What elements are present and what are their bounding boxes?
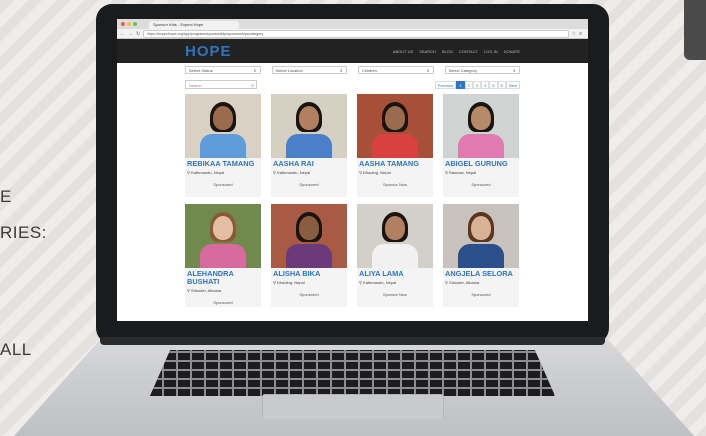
child-photo[interactable] — [271, 204, 347, 268]
sponsor-status[interactable]: Sponsored — [271, 292, 347, 297]
child-photo[interactable] — [357, 94, 433, 158]
laptop-hinge — [100, 337, 605, 345]
page-link-6[interactable]: 6 — [497, 80, 506, 89]
minimize-window-dot-icon[interactable] — [127, 22, 131, 26]
child-location: Shkoder, Albania — [191, 288, 222, 293]
child-name[interactable]: ALIYA LAMA — [357, 268, 433, 278]
sponsor-status[interactable]: Sponsored — [185, 300, 261, 305]
nav-contact[interactable]: CONTACT — [459, 49, 478, 54]
page-link-1[interactable]: 1 — [456, 80, 465, 89]
nav-blog[interactable]: BLOG — [442, 49, 453, 54]
child-card[interactable]: ANGJELA SELORA ⚲ Shkoder, Albania Sponso… — [443, 204, 519, 307]
nav-search[interactable]: SEARCH — [419, 49, 436, 54]
reload-icon[interactable]: ↻ — [136, 31, 140, 37]
child-photo[interactable] — [357, 204, 433, 268]
sponsor-status[interactable]: Sponsored — [443, 182, 519, 187]
search-icon[interactable]: ⚲ — [251, 81, 254, 88]
child-name[interactable]: AASHA TAMANG — [357, 158, 433, 168]
filter-bar: Select Status ⇕ Select Location ⇕ Children… — [117, 63, 588, 74]
category-select[interactable]: Select Category ⇕ — [444, 66, 520, 74]
sponsor-status[interactable]: Sponsor Now — [357, 292, 433, 297]
child-name[interactable]: ALEHANDRA BUSHATI — [185, 268, 261, 286]
child-location: Kathmandu, Nepal — [277, 170, 311, 175]
back-arrow-icon[interactable]: ← — [120, 31, 125, 37]
child-card[interactable]: ALEHANDRA BUSHATI ⚲ Shkoder, Albania Spo… — [185, 204, 261, 307]
pagination: Previous 1 2 3 4 5 6 Next — [434, 80, 520, 89]
child-photo[interactable] — [443, 204, 519, 268]
child-card[interactable]: AASHA TAMANG ⚲ Dhading, Nepal Sponsor No… — [357, 94, 433, 197]
child-location: Kathmandu, Nepal — [363, 280, 397, 285]
location-select[interactable]: Select Location ⇕ — [271, 66, 347, 74]
child-location: Dhading, Nepal — [277, 280, 305, 285]
nav-log-in[interactable]: LOG IN — [484, 49, 498, 54]
page-link-next[interactable]: Next — [505, 80, 520, 89]
child-photo[interactable] — [271, 94, 347, 158]
close-window-dot-icon[interactable] — [121, 22, 125, 26]
child-name[interactable]: REBIKAA TAMANG — [185, 158, 261, 168]
child-photo[interactable] — [443, 94, 519, 158]
child-photo[interactable] — [185, 204, 261, 268]
nav-donate[interactable]: DONATE — [504, 49, 520, 54]
sponsor-status[interactable]: Sponsored — [443, 292, 519, 297]
child-location: Dhading, Nepal — [363, 170, 391, 175]
forward-arrow-icon[interactable]: → — [128, 31, 133, 37]
star-icon[interactable]: ☆ — [572, 31, 576, 37]
chevron-down-icon: ⇕ — [253, 68, 257, 73]
site-nav: ABOUT US SEARCH BLOG CONTACT LOG IN DONA… — [387, 49, 520, 54]
trackpad — [262, 394, 444, 419]
child-location: Shkoder, Albania — [449, 280, 480, 285]
child-card[interactable]: ALIYA LAMA ⚲ Kathmandu, Nepal Sponsor No… — [357, 204, 433, 307]
child-name[interactable]: AASHA RAI — [271, 158, 347, 168]
sponsor-status[interactable]: Sponsor Now — [357, 182, 433, 187]
url-input[interactable]: https://expecthope.org/app/programs/spon… — [143, 29, 569, 38]
child-photo[interactable] — [185, 94, 261, 158]
status-select[interactable]: Select Status ⇕ — [185, 66, 261, 74]
child-name[interactable]: ALISHA BIKA — [271, 268, 347, 278]
site-logo[interactable]: HOPE — [185, 43, 232, 60]
sponsor-status[interactable]: Sponsored — [185, 182, 261, 187]
page-link-2[interactable]: 2 — [464, 80, 473, 89]
chevron-down-icon: ⇕ — [512, 68, 516, 73]
site-header: HOPE ABOUT US SEARCH BLOG CONTACT LOG IN… — [117, 39, 588, 63]
nav-about-us[interactable]: ABOUT US — [393, 49, 413, 54]
child-card[interactable]: REBIKAA TAMANG ⚲ Kathmandu, Nepal Sponso… — [185, 94, 261, 197]
menu-icon[interactable]: ≡ — [579, 31, 582, 37]
child-name[interactable]: ANGJELA SELORA — [443, 268, 519, 278]
page-link-previous[interactable]: Previous — [434, 80, 457, 89]
child-card[interactable]: ABIGEL GURUNG ⚲ Rasuwa, Nepal Sponsored — [443, 94, 519, 197]
children-select[interactable]: Children ⇕ — [358, 66, 434, 74]
child-location: Rasuwa, Nepal — [449, 170, 477, 175]
browser-tabbar: Sponsor Kids - Expect Hope — [117, 19, 588, 29]
side-text-3: ALL — [0, 340, 32, 359]
adjacent-object — [684, 0, 706, 60]
chevron-down-icon: ⇕ — [339, 68, 343, 73]
screen: Sponsor Kids - Expect Hope ← → ↻ https:/… — [117, 19, 588, 321]
address-bar: ← → ↻ https://expecthope.org/app/program… — [117, 29, 588, 39]
child-card[interactable]: ALISHA BIKA ⚲ Dhading, Nepal Sponsored — [271, 204, 347, 307]
page-link-5[interactable]: 5 — [489, 80, 498, 89]
browser-tab[interactable]: Sponsor Kids - Expect Hope — [149, 21, 239, 29]
chevron-down-icon: ⇕ — [426, 68, 430, 73]
search-pager-row: Search ⚲ Previous 1 2 3 4 5 6 Next — [117, 74, 588, 89]
search-input[interactable]: Search ⚲ — [185, 80, 257, 89]
side-text-2: RIES: — [0, 223, 47, 242]
page-link-3[interactable]: 3 — [472, 80, 482, 89]
child-card[interactable]: AASHA RAI ⚲ Kathmandu, Nepal Sponsored — [271, 94, 347, 197]
side-text-1: E — [0, 187, 12, 206]
child-name[interactable]: ABIGEL GURUNG — [443, 158, 519, 168]
children-grid: REBIKAA TAMANG ⚲ Kathmandu, Nepal Sponso… — [117, 89, 588, 307]
sponsor-status[interactable]: Sponsored — [271, 182, 347, 187]
maximize-window-dot-icon[interactable] — [133, 22, 137, 26]
page-link-4[interactable]: 4 — [481, 80, 490, 89]
child-location: Kathmandu, Nepal — [191, 170, 225, 175]
